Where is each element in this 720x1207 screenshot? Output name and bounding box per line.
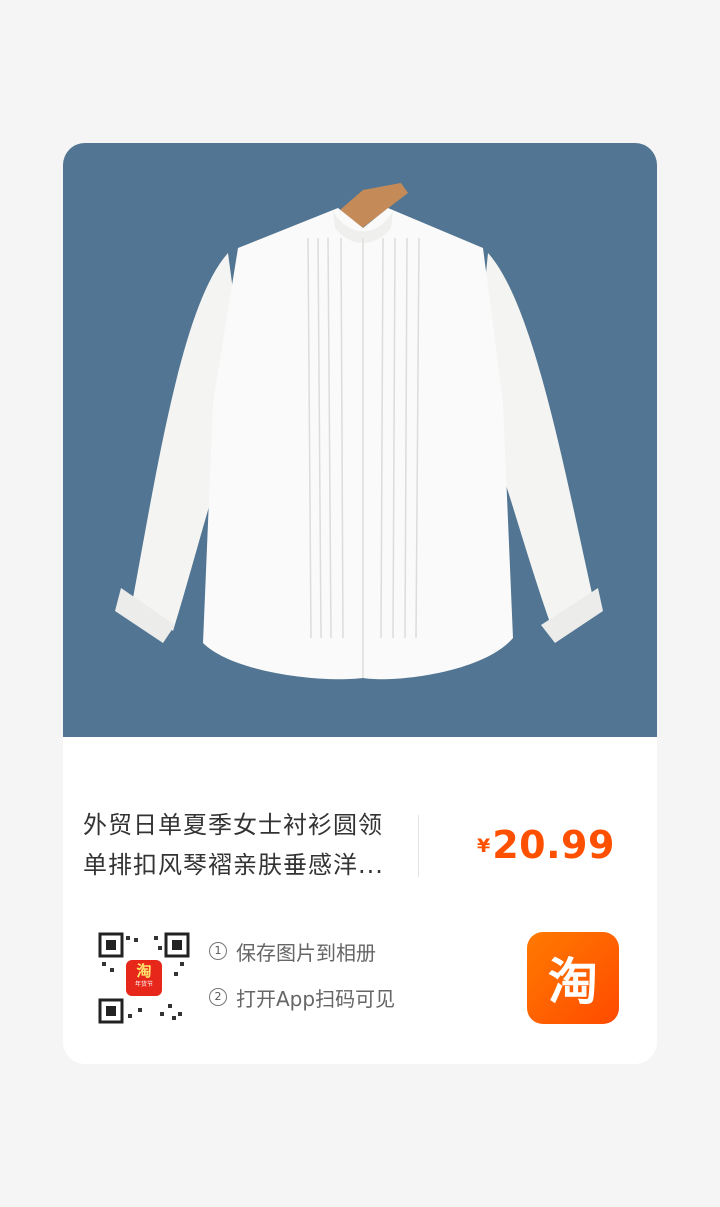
qr-badge-sublabel: 年货节 bbox=[134, 981, 153, 988]
share-instructions: 1 保存图片到相册 2 打开App扫码可见 bbox=[209, 939, 395, 1031]
product-image[interactable] bbox=[63, 143, 657, 737]
product-share-card: 外贸日单夏季女士衬衫圆领 单排扣风琴褶亲肤垂感洋... ¥20.99 淘 年货节… bbox=[63, 143, 657, 1064]
step-scan: 2 打开App扫码可见 bbox=[209, 985, 396, 1011]
step-1-number: 1 bbox=[209, 942, 227, 960]
product-price: ¥20.99 bbox=[477, 823, 615, 867]
product-title-line-1: 外贸日单夏季女士衬衫圆领 bbox=[83, 811, 383, 839]
price-value: 20.99 bbox=[492, 823, 615, 867]
step-2-text: 打开App扫码可见 bbox=[236, 986, 396, 1011]
shirt-illustration bbox=[115, 183, 603, 680]
divider bbox=[418, 815, 419, 877]
qr-code[interactable]: 淘 年货节 bbox=[98, 932, 190, 1024]
taobao-logo-char: 淘 bbox=[548, 953, 598, 1011]
product-title-line-2: 单排扣风琴褶亲肤垂感洋... bbox=[83, 851, 384, 879]
product-title[interactable]: 外贸日单夏季女士衬衫圆领 单排扣风琴褶亲肤垂感洋... bbox=[83, 805, 401, 885]
currency-symbol: ¥ bbox=[477, 835, 491, 857]
qr-badge-label: 淘 bbox=[136, 962, 152, 980]
step-save: 1 保存图片到相册 bbox=[209, 939, 395, 965]
taobao-app-icon[interactable]: 淘 bbox=[527, 932, 619, 1024]
step-1-text: 保存图片到相册 bbox=[236, 940, 376, 965]
step-2-number: 2 bbox=[209, 988, 227, 1006]
